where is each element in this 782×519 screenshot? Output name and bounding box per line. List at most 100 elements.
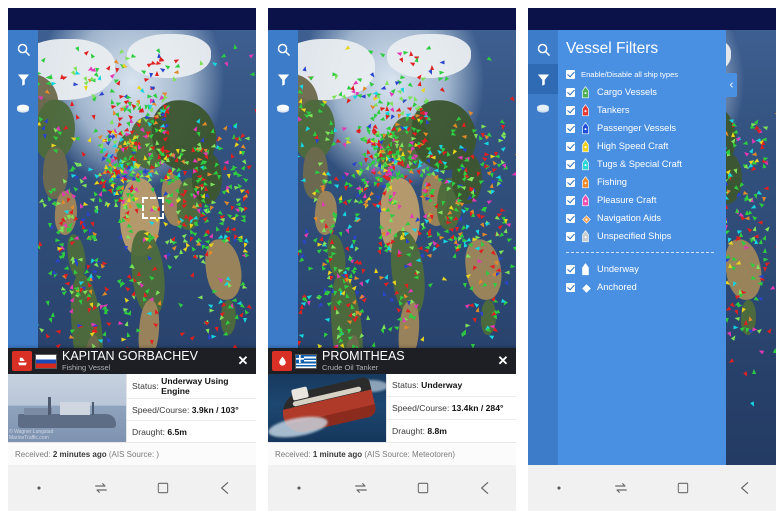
checkbox[interactable] xyxy=(566,213,575,223)
vessel-type: Crude Oil Tanker xyxy=(322,363,379,372)
vessel-info-header: KAPITAN GORBACHEV Fishing Vessel ✕ xyxy=(8,348,256,374)
vessel-received-status: Received: 2 minutes ago (AIS Source: ) xyxy=(8,442,256,465)
received-label: Received: xyxy=(275,449,311,459)
ship-icon xyxy=(581,103,592,117)
row-label: Speed/Course: xyxy=(132,404,190,415)
filter-row-shiptype-0[interactable]: Cargo Vessels xyxy=(558,83,726,101)
received-label: Received: xyxy=(15,449,51,459)
filter-label: Passenger Vessels xyxy=(597,122,677,133)
nav-dot-button[interactable] xyxy=(528,485,590,491)
table-row: Draught: 6.5m xyxy=(127,421,256,442)
phone-screenshot-1: KAPITAN GORBACHEV Fishing Vessel ✕ © Wag… xyxy=(8,8,256,511)
filter-row-shiptype-4[interactable]: Tugs & Special Craft xyxy=(558,155,726,173)
layers-icon[interactable] xyxy=(528,94,558,124)
received-source: (AIS Source: Meteotoren) xyxy=(364,449,456,459)
search-icon[interactable] xyxy=(268,34,298,64)
table-row: Speed/Course: 3.9kn / 103° xyxy=(127,399,256,421)
close-icon[interactable]: ✕ xyxy=(232,348,254,374)
android-nav-bar xyxy=(528,465,776,511)
checkbox[interactable] xyxy=(566,159,575,169)
checkbox[interactable] xyxy=(566,141,575,151)
checkbox[interactable] xyxy=(566,70,575,79)
filter-row-shiptype-8[interactable]: Unspecified Ships xyxy=(558,227,726,245)
app-screen: PROMITHEAS Crude Oil Tanker ✕ Status: Un… xyxy=(268,30,516,465)
row-value: 8.8m xyxy=(427,426,447,436)
nav-dot-button[interactable] xyxy=(8,485,70,491)
row-label: Speed/Course: xyxy=(392,403,450,413)
ship-icon xyxy=(581,193,592,207)
filter-row-status-0[interactable]: Underway xyxy=(558,260,726,278)
filter-row-status-1[interactable]: Anchored xyxy=(558,278,726,296)
vessel-info-card: KAPITAN GORBACHEV Fishing Vessel ✕ © Wag… xyxy=(8,348,256,465)
filter-row-shiptype-1[interactable]: Tankers xyxy=(558,101,726,119)
ship-type-filter-list: Cargo Vessels Tankers Passenger Vessels Hig… xyxy=(558,83,726,245)
tool-rail xyxy=(528,30,558,465)
nav-back-button[interactable] xyxy=(714,480,776,496)
divider xyxy=(566,252,714,253)
vessel-photo: © Wagner Lungstad MarineTraffic.com xyxy=(8,374,126,442)
filter-row-shiptype-3[interactable]: High Speed Craft xyxy=(558,137,726,155)
vessel-name: PROMITHEAS xyxy=(322,350,405,363)
filter-icon[interactable] xyxy=(8,64,38,94)
checkbox[interactable] xyxy=(566,282,575,292)
filter-label: Unspecified Ships xyxy=(597,230,672,241)
status-bar xyxy=(268,8,516,30)
search-icon[interactable] xyxy=(528,34,558,64)
filter-icon[interactable] xyxy=(268,64,298,94)
nav-recents-button[interactable] xyxy=(330,480,392,496)
photo-credit-line-2: MarineTraffic.com xyxy=(9,435,49,441)
checkbox[interactable] xyxy=(566,231,575,241)
nav-recents-button[interactable] xyxy=(70,480,132,496)
table-row: Speed/Course: 13.4kn / 284° xyxy=(387,397,516,420)
row-value: Underway xyxy=(421,380,463,390)
nav-back-button[interactable] xyxy=(194,480,256,496)
android-nav-bar xyxy=(8,465,256,511)
diamond-icon xyxy=(581,281,592,294)
ship-icon xyxy=(581,175,592,189)
ship-icon xyxy=(581,229,592,243)
nav-back-button[interactable] xyxy=(454,480,516,496)
nav-dot-button[interactable] xyxy=(268,485,330,491)
received-time: 1 minute ago xyxy=(312,449,363,459)
filter-label: Cargo Vessels xyxy=(597,86,657,97)
row-label: Status: xyxy=(132,381,159,391)
layers-icon[interactable] xyxy=(268,94,298,124)
filter-label: Enable/Disable all ship types xyxy=(581,70,679,79)
vessel-received-status: Received: 1 minute ago (AIS Source: Mete… xyxy=(268,442,516,465)
nav-recents-button[interactable] xyxy=(590,480,652,496)
nav-home-button[interactable] xyxy=(132,481,194,495)
checkbox[interactable] xyxy=(566,264,575,274)
filter-row-shiptype-5[interactable]: Fishing xyxy=(558,173,726,191)
filter-row-shiptype-7[interactable]: Navigation Aids xyxy=(558,209,726,227)
phone-screenshot-3: Vessel Filters Enable/Disable all ship t… xyxy=(528,8,776,511)
checkbox[interactable] xyxy=(566,105,575,115)
filter-row-enable-all[interactable]: Enable/Disable all ship types xyxy=(558,66,726,83)
checkbox[interactable] xyxy=(566,177,575,187)
crude-oil-tanker-icon xyxy=(272,351,292,371)
checkbox[interactable] xyxy=(566,123,575,133)
flag-icon xyxy=(295,353,317,369)
checkbox[interactable] xyxy=(566,195,575,205)
layers-icon[interactable] xyxy=(8,94,38,124)
search-icon[interactable] xyxy=(8,34,38,64)
close-icon[interactable]: ✕ xyxy=(492,348,514,374)
filter-label: High Speed Craft xyxy=(597,140,669,151)
nav-home-button[interactable] xyxy=(652,481,714,495)
vessel-info-body: © Wagner Lungstad MarineTraffic.com Stat… xyxy=(8,374,256,442)
filter-icon[interactable] xyxy=(528,64,558,94)
filter-row-shiptype-2[interactable]: Passenger Vessels xyxy=(558,119,726,137)
checkbox[interactable] xyxy=(566,87,575,97)
filter-label: Anchored xyxy=(597,281,637,292)
status-filter-list: Underway Anchored xyxy=(558,260,726,296)
diamond-icon xyxy=(581,212,592,225)
filter-label: Underway xyxy=(597,263,639,274)
chevron-left-icon[interactable] xyxy=(726,73,737,97)
nav-home-button[interactable] xyxy=(392,481,454,495)
android-nav-bar xyxy=(268,465,516,511)
table-row: Status: Underway xyxy=(387,374,516,397)
vessel-photo xyxy=(268,374,386,442)
vessel-type: Fishing Vessel xyxy=(62,363,111,372)
vessel-name: KAPITAN GORBACHEV xyxy=(62,350,198,363)
vessel-info-header: PROMITHEAS Crude Oil Tanker ✕ xyxy=(268,348,516,374)
filter-row-shiptype-6[interactable]: Pleasure Craft xyxy=(558,191,726,209)
